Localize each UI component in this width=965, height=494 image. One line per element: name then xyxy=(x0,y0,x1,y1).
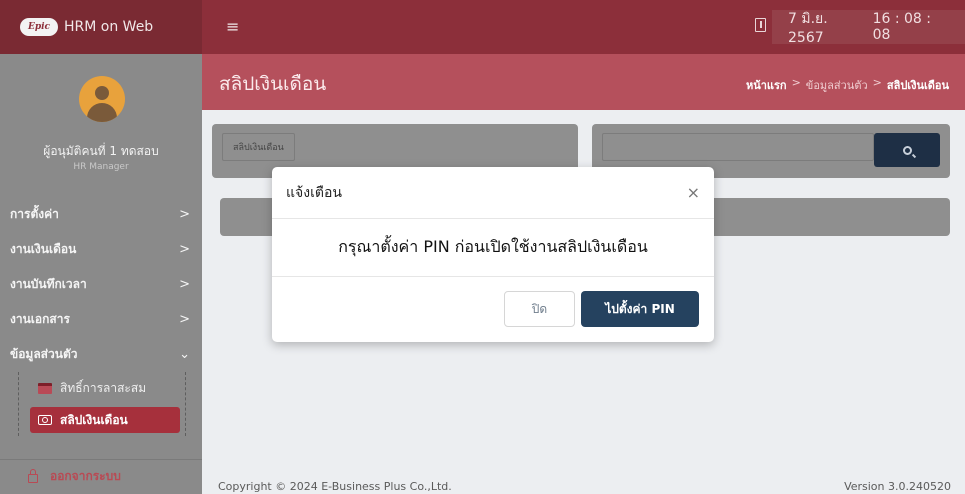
current-date: 7 มิ.ย. 2567 xyxy=(788,11,828,46)
brand[interactable]: Epic HRM on Web xyxy=(0,0,202,54)
avatar xyxy=(79,76,125,122)
top-bar: Epic HRM on Web ≡ 7 มิ.ย. 2567 16 : 08 :… xyxy=(0,0,965,54)
brand-title: HRM on Web xyxy=(64,19,154,35)
date-time-display: 7 มิ.ย. 2567 16 : 08 : 08 xyxy=(772,10,965,46)
lock-icon xyxy=(28,468,38,483)
money-icon xyxy=(38,415,52,425)
breadcrumb-parent[interactable]: ข้อมูลส่วนตัว xyxy=(806,76,868,94)
go-to-pin-settings-button[interactable]: ไปตั้งค่า PIN xyxy=(581,291,699,327)
sidebar-item-label: ข้อมูลส่วนตัว xyxy=(10,346,78,361)
chevron-right-icon: > xyxy=(179,241,190,257)
breadcrumb-separator: > xyxy=(872,76,882,89)
sidebar-item-label: งานเอกสาร xyxy=(10,311,70,326)
breadcrumb: หน้าแรก > ข้อมูลส่วนตัว > สลิปเงินเดือน xyxy=(746,76,949,94)
page-header: สลิปเงินเดือน หน้าแรก > ข้อมูลส่วนตัว > … xyxy=(202,54,965,110)
brand-logo: Epic xyxy=(20,18,58,36)
sidebar-item-payroll[interactable]: งานเงินเดือน > xyxy=(0,234,202,264)
dialog-title: แจ้งเตือน xyxy=(286,185,342,201)
copyright: Copyright © 2024 E-Business Plus Co.,Ltd… xyxy=(218,480,452,493)
breadcrumb-separator: > xyxy=(791,76,801,89)
breadcrumb-home[interactable]: หน้าแรก xyxy=(746,76,787,94)
sidebar-item-documents[interactable]: งานเอกสาร > xyxy=(0,304,202,334)
document-icon[interactable] xyxy=(755,18,766,32)
chevron-right-icon: > xyxy=(179,276,190,292)
search-input[interactable] xyxy=(602,133,874,161)
search-icon xyxy=(902,145,912,155)
current-time: 16 : 08 : 08 xyxy=(872,11,931,43)
breadcrumb-current: สลิปเงินเดือน xyxy=(886,79,949,92)
sidebar: ผู้อนุมัติคนที่ 1 ทดสอบ HR Manager การตั… xyxy=(0,54,202,494)
hamburger-menu-icon[interactable]: ≡ xyxy=(226,17,239,36)
submenu-guide xyxy=(18,372,19,436)
sidebar-item-settings[interactable]: การตั้งค่า > xyxy=(0,199,202,229)
dialog-header: แจ้งเตือน × xyxy=(272,167,714,219)
chevron-down-icon: ⌄ xyxy=(179,346,190,362)
dialog-message: กรุณาตั้งค่า PIN ก่อนเปิดใช้งานสลิปเงินเ… xyxy=(272,219,714,277)
sidebar-subitem-label: สลิปเงินเดือน xyxy=(60,412,128,427)
chevron-right-icon: > xyxy=(179,206,190,222)
alert-dialog: แจ้งเตือน × กรุณาตั้งค่า PIN ก่อนเปิดใช้… xyxy=(272,167,714,342)
sidebar-item-label: การตั้งค่า xyxy=(10,206,59,221)
close-icon[interactable]: × xyxy=(687,183,700,202)
submenu-guide xyxy=(185,372,186,436)
page-title: สลิปเงินเดือน xyxy=(219,73,327,95)
close-button[interactable]: ปิด xyxy=(504,291,575,327)
payslip-filter[interactable]: สลิปเงินเดือน xyxy=(222,133,295,161)
sidebar-item-time-record[interactable]: งานบันทึกเวลา > xyxy=(0,269,202,299)
version: Version 3.0.240520 xyxy=(844,480,951,493)
sidebar-subitem-leave-entitlement[interactable]: สิทธิ์การลาสะสม xyxy=(30,375,180,401)
sidebar-item-label: งานเงินเดือน xyxy=(10,241,77,256)
sidebar-item-label: งานบันทึกเวลา xyxy=(10,276,87,291)
user-role: HR Manager xyxy=(73,162,129,172)
sidebar-item-personal-info[interactable]: ข้อมูลส่วนตัว ⌄ xyxy=(0,339,202,369)
calendar-icon xyxy=(38,382,52,394)
sidebar-subitem-label: สิทธิ์การลาสะสม xyxy=(60,380,147,395)
logout-button[interactable]: ออกจากระบบ xyxy=(28,463,121,489)
logout-label: ออกจากระบบ xyxy=(50,468,121,483)
divider xyxy=(0,459,202,460)
search-button[interactable] xyxy=(874,133,940,167)
chevron-right-icon: > xyxy=(179,311,190,327)
user-name: ผู้อนุมัติคนที่ 1 ทดสอบ xyxy=(43,144,159,158)
sidebar-subitem-payslip[interactable]: สลิปเงินเดือน xyxy=(30,407,180,433)
